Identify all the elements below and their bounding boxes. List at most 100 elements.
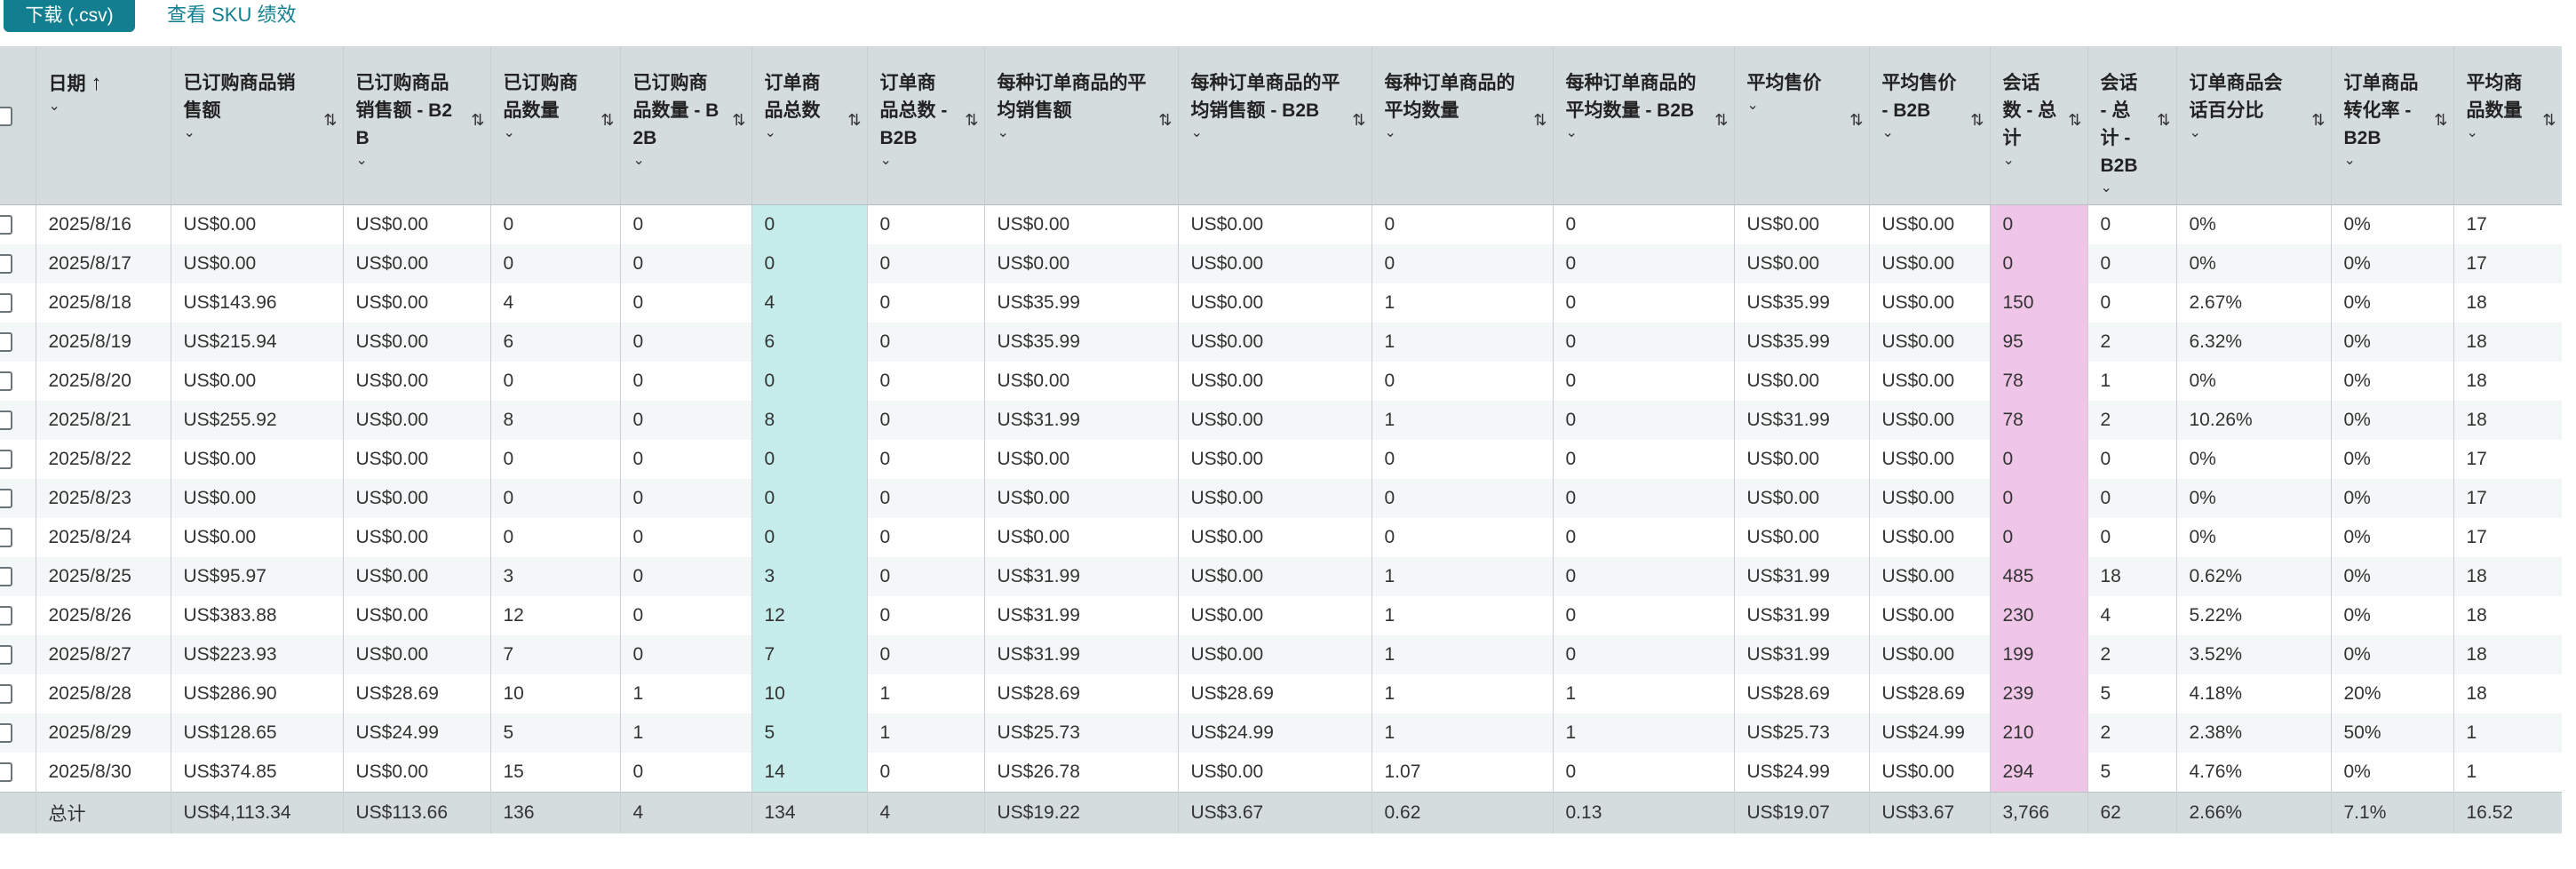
chevron-down-icon[interactable]: ⌄ — [765, 124, 837, 142]
table-cell: 17 — [2453, 204, 2563, 244]
row-checkbox[interactable] — [0, 645, 12, 665]
chevron-down-icon[interactable]: ⌄ — [880, 152, 954, 170]
row-checkbox[interactable] — [0, 684, 12, 704]
sort-toggle-icon[interactable]: ⇅ — [1714, 107, 1728, 134]
chevron-down-icon[interactable]: ⌄ — [1882, 124, 1960, 142]
row-checkbox[interactable] — [0, 332, 12, 352]
sort-toggle-icon[interactable]: ⇅ — [2542, 107, 2556, 134]
sort-toggle-icon[interactable]: ⇅ — [1533, 107, 1546, 134]
view-sku-performance-link[interactable]: 查看 SKU 绩效 — [167, 2, 296, 28]
table-cell: US$0.00 — [343, 557, 491, 596]
chevron-down-icon[interactable]: ⌄ — [504, 124, 590, 142]
row-checkbox[interactable] — [0, 411, 12, 430]
row-checkbox[interactable] — [0, 528, 12, 547]
table-cell: 18 — [2453, 401, 2563, 440]
column-header-wrap: 订单商品会话百分比 ⌄ — [2190, 46, 2331, 142]
table-cell: 0% — [2176, 440, 2332, 479]
row-checkbox[interactable] — [0, 215, 12, 235]
row-checkbox[interactable] — [0, 723, 12, 743]
chevron-down-icon[interactable]: ⌄ — [1566, 124, 1704, 142]
column-header-5[interactable]: 订单商品总数 ⌄ ⇅ — [751, 46, 868, 205]
column-header-16[interactable]: 订单商品转化率 - B2B ⌄ ⇅ — [2331, 46, 2454, 205]
column-header-7[interactable]: 每种订单商品的平均销售额 ⌄ ⇅ — [984, 46, 1179, 205]
table-cell: 0% — [2331, 362, 2454, 401]
column-header-13[interactable]: 会话数 - 总计 ⌄ ⇅ — [1990, 46, 2088, 205]
row-select-cell — [0, 518, 36, 557]
select-all-checkbox[interactable] — [0, 107, 12, 126]
chevron-down-icon[interactable]: ⌄ — [998, 124, 1148, 142]
column-header-17[interactable]: 平均商品数量 ⌄ ⇅ — [2453, 46, 2563, 205]
row-checkbox[interactable] — [0, 762, 12, 782]
row-checkbox[interactable] — [0, 450, 12, 469]
column-header-label: 平均商品数量 — [2466, 73, 2523, 121]
sort-toggle-icon[interactable]: ⇅ — [965, 107, 978, 134]
table-cell: 0 — [1553, 635, 1735, 674]
column-header-4[interactable]: 已订购商品数量 - B2B ⌄ ⇅ — [620, 46, 752, 205]
column-header-1[interactable]: 已订购商品销售额 ⌄ ⇅ — [171, 46, 344, 205]
table-cell: 0 — [1990, 204, 2088, 244]
sort-toggle-icon[interactable]: ⇅ — [323, 107, 337, 134]
sort-toggle-icon[interactable]: ⇅ — [732, 107, 745, 134]
table-cell: US$0.00 — [343, 401, 491, 440]
column-header-15[interactable]: 订单商品会话百分比 ⌄ ⇅ — [2176, 46, 2332, 205]
sort-toggle-icon[interactable]: ⇅ — [1849, 107, 1863, 134]
row-checkbox[interactable] — [0, 606, 12, 626]
table-cell: 0 — [867, 440, 985, 479]
column-header-0[interactable]: 日期 ↑ ⌄ — [36, 46, 171, 205]
sort-toggle-icon[interactable]: ⇅ — [1158, 107, 1172, 134]
table-cell: 0 — [751, 479, 868, 518]
chevron-down-icon[interactable]: ⌄ — [2467, 124, 2532, 142]
table-cell: 3 — [490, 557, 621, 596]
chevron-down-icon[interactable]: ⌄ — [1385, 124, 1523, 142]
table-cell: 5 — [751, 714, 868, 753]
chevron-down-icon[interactable]: ⌄ — [633, 152, 721, 170]
sort-toggle-icon[interactable]: ⇅ — [600, 107, 614, 134]
chevron-down-icon[interactable]: ⌄ — [2344, 152, 2423, 170]
column-header-14[interactable]: 会话 - 总计 - B2B ⌄ ⇅ — [2087, 46, 2177, 205]
column-header-10[interactable]: 每种订单商品的平均数量 - B2B ⌄ ⇅ — [1553, 46, 1735, 205]
row-checkbox[interactable] — [0, 254, 12, 274]
chevron-down-icon[interactable]: ⌄ — [2101, 179, 2146, 197]
column-header-12[interactable]: 平均售价 - B2B ⌄ ⇅ — [1869, 46, 1991, 205]
chevron-down-icon[interactable]: ⌄ — [1747, 97, 1839, 115]
chevron-down-icon[interactable]: ⌄ — [184, 124, 313, 142]
sort-toggle-icon[interactable]: ⇅ — [2434, 107, 2447, 134]
table-cell: 0 — [867, 401, 985, 440]
sort-toggle-icon[interactable]: ⇅ — [1352, 107, 1365, 134]
row-checkbox[interactable] — [0, 293, 12, 313]
sort-toggle-icon[interactable]: ⇅ — [2311, 107, 2325, 134]
chevron-down-icon[interactable]: ⌄ — [2003, 152, 2057, 170]
table-cell: 18 — [2453, 635, 2563, 674]
download-csv-button[interactable]: 下载 (.csv) — [4, 0, 135, 32]
chevron-down-icon[interactable]: ⌄ — [49, 98, 140, 116]
column-header-6[interactable]: 订单商品总数 - B2B ⌄ ⇅ — [867, 46, 985, 205]
table-cell: US$0.00 — [343, 440, 491, 479]
totals-cell: 134 — [751, 792, 868, 833]
chevron-down-icon[interactable]: ⌄ — [356, 152, 460, 170]
chevron-down-icon[interactable]: ⌄ — [2190, 124, 2301, 142]
chevron-down-icon[interactable]: ⌄ — [1191, 124, 1341, 142]
row-checkbox[interactable] — [0, 371, 12, 391]
sort-toggle-icon[interactable]: ⇅ — [2068, 107, 2081, 134]
sort-toggle-icon[interactable]: ⇅ — [847, 107, 861, 134]
table-cell: 78 — [1990, 362, 2088, 401]
row-checkbox[interactable] — [0, 567, 12, 586]
table-cell: US$0.00 — [1178, 557, 1372, 596]
column-header-label: 每种订单商品的平均销售额 — [997, 73, 1147, 121]
column-header-11[interactable]: 平均售价 ⌄ ⇅ — [1734, 46, 1870, 205]
row-select-cell — [0, 323, 36, 362]
sort-toggle-icon[interactable]: ⇅ — [2157, 107, 2170, 134]
column-header-9[interactable]: 每种订单商品的平均数量 ⌄ ⇅ — [1371, 46, 1554, 205]
table-cell: US$0.00 — [984, 362, 1179, 401]
table-cell: 5 — [2087, 753, 2177, 793]
column-header-8[interactable]: 每种订单商品的平均销售额 - B2B ⌄ ⇅ — [1178, 46, 1372, 205]
sort-ascending-icon[interactable]: ↑ — [91, 71, 102, 95]
sort-toggle-icon[interactable]: ⇅ — [1970, 107, 1984, 134]
column-header-2[interactable]: 已订购商品销售额 - B2B ⌄ ⇅ — [343, 46, 491, 205]
table-cell: US$0.00 — [343, 635, 491, 674]
row-checkbox[interactable] — [0, 489, 12, 508]
table-cell: US$35.99 — [1734, 323, 1870, 362]
sort-toggle-icon[interactable]: ⇅ — [471, 107, 484, 134]
column-header-3[interactable]: 已订购商品数量 ⌄ ⇅ — [490, 46, 621, 205]
row-select-cell — [0, 479, 36, 518]
